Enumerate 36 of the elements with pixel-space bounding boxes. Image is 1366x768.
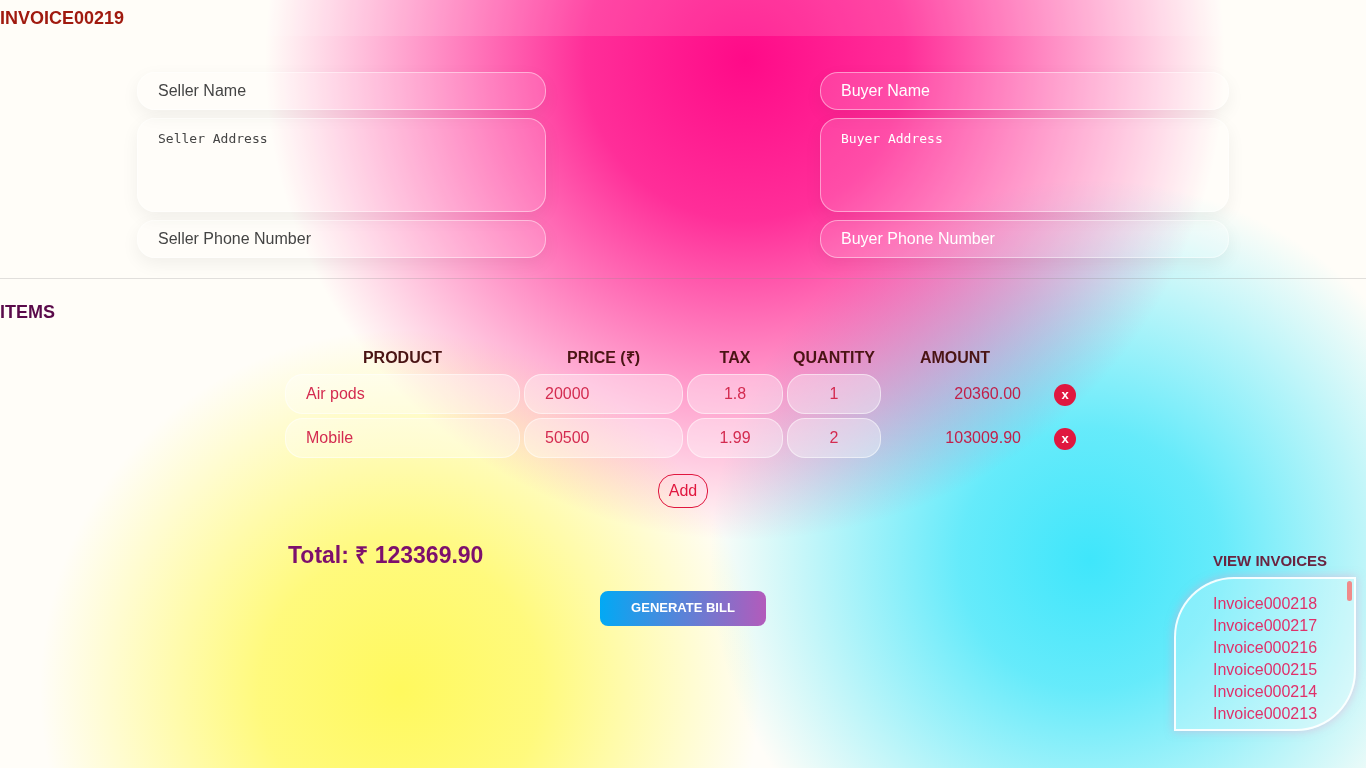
scrollbar[interactable] [1347, 580, 1352, 601]
generate-bill-button[interactable]: GENERATE BILL [600, 590, 766, 626]
invoice-link[interactable]: Invoice000214 [1176, 680, 1354, 703]
buyer-phone-field[interactable]: Buyer Phone Number [820, 220, 1229, 258]
amount-text: 20360.00 [953, 384, 1022, 404]
quantity-field[interactable]: 2 [787, 418, 881, 458]
seller-name-field[interactable]: Seller Name [137, 72, 546, 110]
invoice-link[interactable]: Invoice000216 [1176, 636, 1354, 659]
amount-text: 103009.90 [944, 428, 1022, 448]
column-header: TAX [718, 348, 752, 368]
column-header: QUANTITY [792, 348, 876, 368]
seller-address-field[interactable]: Seller Address [137, 118, 546, 212]
product-field[interactable]: Air pods [285, 374, 520, 414]
total-amount: Total: ₹ 123369.90 [288, 542, 484, 568]
add-button[interactable]: Add [657, 474, 709, 508]
column-header: AMOUNT [918, 348, 992, 368]
buyer-name-field[interactable]: Buyer Name [820, 72, 1229, 110]
invoice-title: INVOICE00219 [0, 6, 125, 30]
invoice-link[interactable]: Invoice000218 [1176, 592, 1354, 615]
invoice-link[interactable]: Invoice000215 [1176, 658, 1354, 681]
invoice-link[interactable]: Invoice000213 [1176, 702, 1354, 725]
remove-button[interactable]: x [1054, 428, 1076, 450]
items-heading: ITEMS [0, 301, 56, 324]
column-header: PRICE (₹) [566, 348, 641, 368]
price-field[interactable]: 50500 [524, 418, 683, 458]
column-header: PRODUCT [361, 348, 444, 368]
tax-field[interactable]: 1.99 [687, 418, 783, 458]
tax-field[interactable]: 1.8 [687, 374, 783, 414]
price-field[interactable]: 20000 [524, 374, 683, 414]
seller-phone-field[interactable]: Seller Phone Number [137, 220, 546, 258]
remove-button[interactable]: x [1054, 384, 1076, 406]
quantity-field[interactable]: 1 [787, 374, 881, 414]
invoice-link[interactable]: Invoice000217 [1176, 614, 1354, 637]
invoices-heading: VIEW INVOICES [1211, 551, 1329, 571]
buyer-address-field[interactable]: Buyer Address [820, 118, 1229, 212]
product-field[interactable]: Mobile [285, 418, 520, 458]
